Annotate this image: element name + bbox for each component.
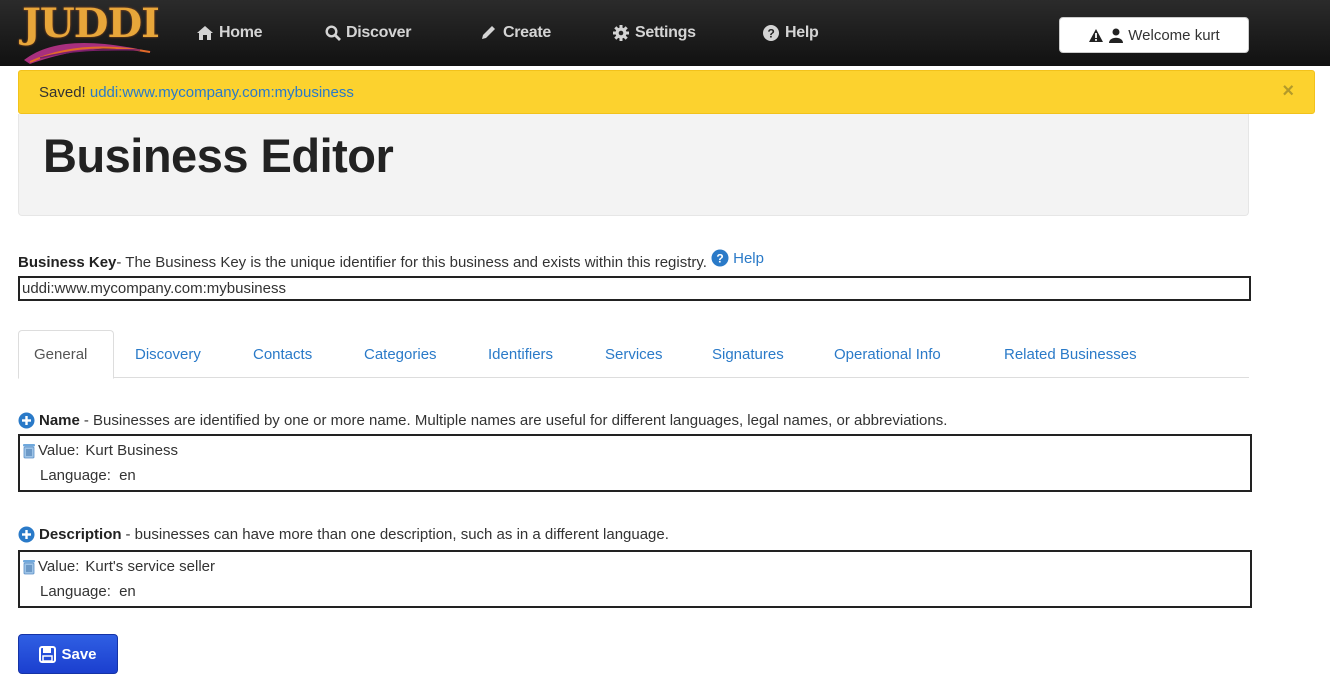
tab-services[interactable]: Services [605,330,663,378]
help-circle-icon: ? [711,249,729,267]
nav-help-label: Help [785,24,819,41]
nav-help[interactable]: ? Help [762,20,819,46]
tab-label: Categories [364,345,437,363]
name-section-description: - Businesses are identified by one or mo… [83,412,948,429]
name-language-row: Language: en [40,467,136,484]
description-value-row: Value: Kurt's service seller [22,558,215,575]
nav-settings-label: Settings [635,24,696,41]
tab-contacts[interactable]: Contacts [253,330,312,378]
name-value[interactable]: Kurt Business [85,442,178,459]
user-icon [1109,28,1124,43]
trash-icon[interactable] [22,443,36,459]
nav-discover-label: Discover [346,24,412,41]
description-value-label: Value: [38,558,80,575]
close-icon[interactable]: × [1282,80,1294,103]
welcome-label: Welcome kurt [1128,26,1220,44]
business-key-help-link[interactable]: ? Help [711,249,764,267]
alert-key-link[interactable]: uddi:www.mycompany.com:mybusiness [90,84,354,101]
warning-icon [1089,28,1104,42]
save-label: Save [61,645,97,663]
juddi-logo[interactable]: JUDDI [10,0,160,66]
alert-message: Saved! uddi:www.mycompany.com:mybusiness [39,84,354,101]
tab-identifiers[interactable]: Identifiers [488,330,553,378]
business-key-label: Business Key [18,254,117,271]
editor-tabs: General Discovery Contacts Categories Id… [18,330,1249,379]
name-language-value[interactable]: en [119,467,136,484]
description-value[interactable]: Kurt's service seller [85,558,215,575]
tab-label: Services [605,345,663,363]
save-button[interactable]: Save [18,634,118,674]
description-section-header: Description - businesses can have more t… [18,526,669,543]
tab-label: Identifiers [488,345,554,363]
search-icon [325,25,341,41]
tab-discovery[interactable]: Discovery [135,330,201,378]
business-key-label-line: Business Key- The Business Key is the un… [18,249,764,271]
page-header: Business Editor [18,114,1249,216]
nav-discover[interactable]: Discover [325,20,412,46]
help-link-label: Help [733,249,764,267]
pencil-icon [482,26,495,39]
name-section-header: Name - Businesses are identified by one … [18,412,947,429]
nav-home[interactable]: Home [196,20,263,46]
description-section-description: - businesses can have more than one desc… [125,526,669,543]
alert-prefix: Saved! [39,84,86,101]
svg-text:?: ? [716,252,723,266]
tab-label: Related Businesses [1004,345,1137,363]
add-description-icon[interactable] [18,526,35,543]
tab-categories[interactable]: Categories [364,330,437,378]
welcome-user-button[interactable]: Welcome kurt [1059,17,1249,53]
tab-general[interactable]: General [18,330,114,379]
tab-label: Operational Info [834,345,941,363]
nav-settings[interactable]: Settings [612,20,696,46]
description-section-title: Description [39,526,122,543]
page-title: Business Editor [43,129,394,182]
tab-label: Contacts [253,345,313,363]
name-language-label: Language: [40,467,111,484]
nav-home-label: Home [219,24,263,41]
top-navbar: JUDDI Home Discover Create Settings ? He… [0,0,1330,66]
name-value-label: Value: [38,442,80,459]
name-entry: Value: Kurt Business Language: en [18,434,1252,492]
tab-signatures[interactable]: Signatures [712,330,784,378]
tab-label: Signatures [712,345,784,363]
description-language-label: Language: [40,583,111,600]
business-key-input[interactable] [18,276,1251,301]
add-name-icon[interactable] [18,412,35,429]
name-section-title: Name [39,412,80,429]
trash-icon[interactable] [22,559,36,575]
tab-label: General [34,346,88,363]
name-value-row: Value: Kurt Business [22,442,178,459]
question-icon: ? [763,25,779,41]
description-language-value[interactable]: en [119,583,136,600]
description-language-row: Language: en [40,583,136,600]
business-key-description: - The Business Key is the unique identif… [116,254,707,271]
tab-label: Discovery [135,345,201,363]
home-icon [197,26,213,40]
tab-operational-info[interactable]: Operational Info [834,330,941,378]
tab-related-businesses[interactable]: Related Businesses [1004,330,1137,378]
svg-text:?: ? [767,27,774,41]
saved-alert: Saved! uddi:www.mycompany.com:mybusiness… [18,70,1315,114]
brand-text: JUDDI [22,0,160,47]
description-entry: Value: Kurt's service seller Language: e… [18,550,1252,608]
floppy-disk-icon [39,645,57,663]
nav-create[interactable]: Create [480,20,551,46]
gear-icon [613,25,629,41]
nav-create-label: Create [503,24,552,41]
